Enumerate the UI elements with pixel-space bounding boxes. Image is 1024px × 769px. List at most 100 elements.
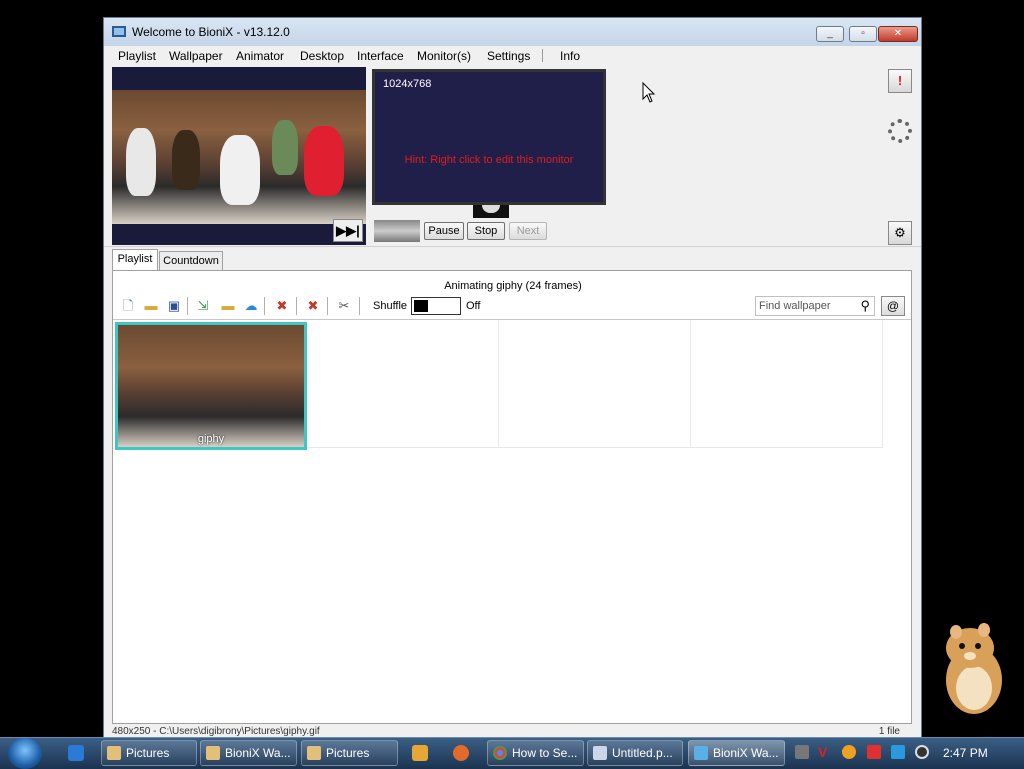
stop-button[interactable]: Stop [467,222,505,240]
close-button[interactable]: ✕ [878,26,918,42]
status-file-info: 480x250 - C:\Users\digibrony\Pictures\gi… [112,726,320,737]
delete-icon[interactable]: ✖ [273,297,291,315]
minimize-icon: _ [827,28,833,39]
tray-volume-icon[interactable] [915,745,929,759]
loading-spinner-icon [888,119,912,143]
toolbar-separator [264,297,265,315]
at-button[interactable]: @ [881,296,905,316]
folder-icon [206,746,220,760]
taskbar-item-label: BioniX Wa... [225,746,291,760]
animation-thumbnail [374,220,420,242]
folder-icon [307,746,321,760]
app-icon[interactable] [453,745,469,761]
new-icon[interactable]: 🗋 [119,297,137,315]
monitor-icon [112,26,126,37]
taskbar: Pictures BioniX Wa... Pictures How to Se… [0,737,1024,769]
shuffle-toggle[interactable] [411,297,461,315]
add-folder-icon[interactable]: ▬ [219,297,237,315]
shuffle-label: Shuffle [373,300,408,312]
menu-bar: Playlist Wallpaper Animator Desktop Inte… [104,46,921,66]
wallpaper-item[interactable]: giphy [115,322,307,450]
search-input[interactable]: Find wallpaper ⚲ [755,296,875,316]
tray-monitor-icon[interactable] [891,745,905,759]
tray-v-icon[interactable]: V [818,745,832,759]
mouse-cursor-icon [642,82,656,103]
shuffle-state: Off [466,300,481,312]
taskbar-item-pictures-2[interactable]: Pictures [301,740,398,766]
import-icon[interactable]: ⇲ [194,297,212,315]
next-button[interactable]: Next [509,222,547,240]
skip-forward-icon: ▶▶| [336,223,360,238]
monitor-resolution: 1024x768 [383,78,432,90]
remove-icon[interactable]: ✖ [304,297,322,315]
menu-monitors[interactable]: Monitor(s) [417,49,471,63]
media-player-icon[interactable] [412,745,428,761]
folder-icon [107,746,121,760]
wallpaper-preview[interactable]: ▶▶| [112,67,366,245]
menu-wallpaper[interactable]: Wallpaper [169,49,223,63]
monitor-display[interactable]: 1024x768 Hint: Right click to edit this … [372,69,606,205]
taskbar-item-label: Untitled.p... [612,746,673,760]
open-folder-icon[interactable]: ▬ [142,297,160,315]
maximize-button[interactable]: ▫ [849,26,877,42]
paint-icon [593,746,607,760]
tab-countdown[interactable]: Countdown [159,251,223,271]
download-cloud-icon[interactable]: ☁ [242,297,260,315]
gears-icon: ⚙ [894,225,906,240]
empty-cell [307,320,499,448]
tools-icon[interactable]: ✂ [335,297,353,315]
skip-forward-button[interactable]: ▶▶| [333,219,363,242]
toolbar-separator [327,297,328,315]
taskbar-item-bionix-folder[interactable]: BioniX Wa... [200,740,297,766]
tray-app-icon[interactable] [795,745,809,759]
minimize-button[interactable]: _ [816,26,844,42]
taskbar-item-label: BioniX Wa... [713,746,779,760]
toggle-knob [414,300,428,312]
title-bar[interactable]: Welcome to BioniX - v13.12.0 _ ▫ ✕ [104,18,921,46]
divider [104,246,921,247]
pause-button[interactable]: Pause [424,222,464,240]
save-icon[interactable]: ▣ [165,297,183,315]
clock[interactable]: 2:47 PM [943,746,988,760]
toolbar-separator [187,297,188,315]
start-button[interactable] [8,738,42,769]
monitor-hint: Hint: Right click to edit this monitor [404,154,574,166]
wallpaper-thumbnail [118,325,304,447]
empty-cell [691,320,883,448]
search-icon[interactable]: ⚲ [860,298,870,314]
menu-desktop[interactable]: Desktop [300,49,344,63]
alert-icon: ! [897,73,903,88]
chrome-icon [493,746,507,760]
wallpaper-label: giphy [197,433,225,445]
close-icon: ✕ [893,28,903,39]
alert-button[interactable]: ! [888,69,912,93]
window-title: Welcome to BioniX - v13.12.0 [132,25,290,39]
menu-interface[interactable]: Interface [357,49,404,63]
menu-info[interactable]: Info [560,49,580,63]
options-button[interactable]: ⚙ [888,221,912,245]
animation-status: Animating giphy (24 frames) [444,280,582,292]
playlist-panel: Animating giphy (24 frames) 🗋 ▬ ▣ ⇲ ▬ ☁ … [112,270,912,724]
taskbar-item-pictures-1[interactable]: Pictures [101,740,197,766]
bionix-icon [694,746,708,760]
tab-playlist[interactable]: Playlist [112,249,158,271]
tray-flag-icon[interactable] [867,745,881,759]
taskbar-item-label: Pictures [326,746,370,760]
maximize-icon: ▫ [861,28,865,39]
taskbar-item-bionix-active[interactable]: BioniX Wa... [688,740,785,766]
menu-separator [542,49,543,62]
menu-animator[interactable]: Animator [236,49,284,63]
menu-playlist[interactable]: Playlist [118,49,156,63]
toolbar-separator [359,297,360,315]
taskbar-item-chrome[interactable]: How to Se... [487,740,584,766]
toolbar-separator [296,297,297,315]
taskbar-item-paint[interactable]: Untitled.p... [587,740,683,766]
taskbar-item-label: Pictures [126,746,170,760]
search-placeholder: Find wallpaper [759,300,831,312]
tray-search-icon[interactable] [842,745,856,759]
internet-explorer-icon[interactable] [68,745,84,761]
taskbar-item-label: How to Se... [512,746,578,760]
hamster-icon [946,623,1002,714]
menu-settings[interactable]: Settings [487,49,530,63]
wallpaper-grid: giphy [113,319,911,724]
